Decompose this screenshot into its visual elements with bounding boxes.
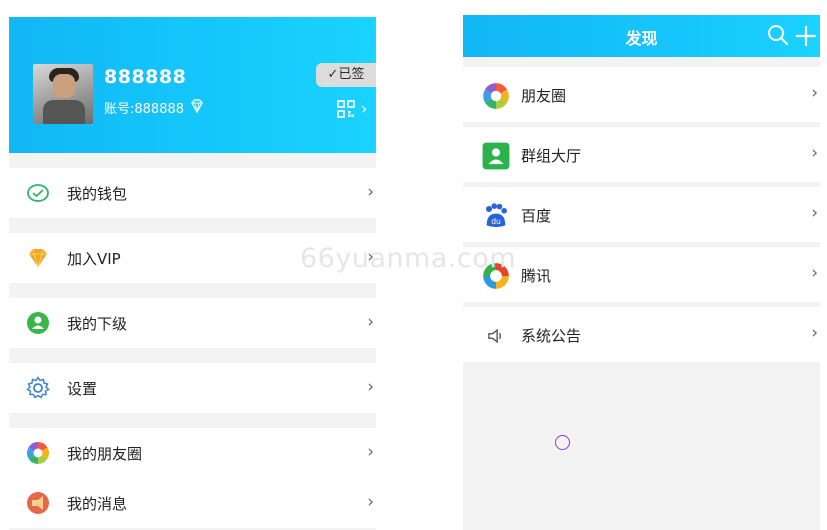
avatar[interactable]	[33, 64, 93, 124]
menu-item-label: 加入VIP	[67, 250, 121, 268]
profile-nickname: 888888	[104, 66, 187, 88]
discover-item-label: 朋友圈	[521, 87, 567, 105]
chevron-right-icon: ›	[367, 377, 374, 397]
moments-icon	[483, 83, 509, 109]
discover-item-moments[interactable]: 朋友圈 ›	[463, 67, 820, 122]
menu-item-label: 我的消息	[67, 495, 128, 513]
menu-item-wallet[interactable]: 我的钱包 ›	[9, 168, 376, 218]
vip-diamond-icon	[29, 248, 47, 269]
avatar-body	[43, 100, 85, 124]
discover-item-group-hall[interactable]: 群组大厅 ›	[463, 127, 820, 182]
gear-icon	[26, 376, 50, 399]
chevron-right-icon: ›	[811, 83, 818, 103]
menu-item-label: 我的钱包	[67, 185, 128, 203]
avatar-face	[53, 74, 75, 98]
diamond-icon	[191, 99, 203, 114]
discover-item-label: 腾讯	[521, 267, 552, 285]
chevron-right-icon: ›	[367, 182, 374, 202]
menu-item-settings[interactable]: 设置 ›	[9, 363, 376, 413]
menu-item-label: 我的朋友圈	[67, 445, 143, 463]
subordinate-user-icon	[27, 312, 49, 334]
add-icon[interactable]	[794, 24, 818, 48]
baidu-icon: du	[485, 203, 507, 228]
wallet-icon	[27, 184, 49, 202]
search-icon[interactable]	[767, 24, 789, 46]
qr-arrow-icon[interactable]: ›	[361, 99, 367, 118]
discover-list: 朋友圈 › 群组大厅 › du 百度 › 腾讯 › 系统公告 ›	[463, 57, 820, 362]
moments-icon	[27, 442, 49, 464]
menu-item-label: 我的下级	[67, 315, 128, 333]
profile-menu: 我的钱包 › 加入VIP › 我的下级 › 设置 › 我的朋友圈 › 我的消息 …	[9, 153, 376, 528]
chevron-right-icon: ›	[367, 492, 374, 512]
message-icon	[27, 492, 49, 514]
chevron-right-icon: ›	[367, 312, 374, 332]
discover-header: 发现	[463, 15, 820, 57]
chevron-right-icon: ›	[367, 442, 374, 462]
cursor-indicator	[555, 435, 570, 450]
chevron-right-icon: ›	[811, 203, 818, 223]
speaker-icon	[488, 328, 502, 344]
discover-screen: 发现 朋友圈 › 群组大厅 › du 百度 › 腾讯 › 系统公告 ›	[463, 15, 820, 530]
qr-code-icon[interactable]	[337, 100, 355, 118]
menu-item-my-moments[interactable]: 我的朋友圈 ›	[9, 428, 376, 478]
discover-item-tencent[interactable]: 腾讯 ›	[463, 247, 820, 302]
profile-account: 账号:888888	[104, 102, 185, 117]
discover-item-baidu[interactable]: du 百度 ›	[463, 187, 820, 242]
discover-item-label: 百度	[521, 207, 552, 225]
profile-header: 888888 账号:888888 ✓已签 ›	[9, 17, 376, 153]
menu-item-subordinates[interactable]: 我的下级 ›	[9, 298, 376, 348]
group-hall-icon	[482, 142, 510, 170]
signed-badge[interactable]: ✓已签	[316, 63, 376, 87]
discover-item-announcement[interactable]: 系统公告 ›	[463, 307, 820, 362]
menu-item-messages[interactable]: 我的消息 ›	[9, 478, 376, 528]
svg-text:du: du	[491, 217, 501, 226]
watermark: 66yuanma.com	[300, 243, 517, 274]
chevron-right-icon: ›	[811, 143, 818, 163]
menu-item-label: 设置	[67, 380, 98, 398]
discover-item-label: 群组大厅	[521, 147, 582, 165]
chevron-right-icon: ›	[811, 323, 818, 343]
discover-item-label: 系统公告	[521, 327, 582, 345]
chevron-right-icon: ›	[811, 263, 818, 283]
